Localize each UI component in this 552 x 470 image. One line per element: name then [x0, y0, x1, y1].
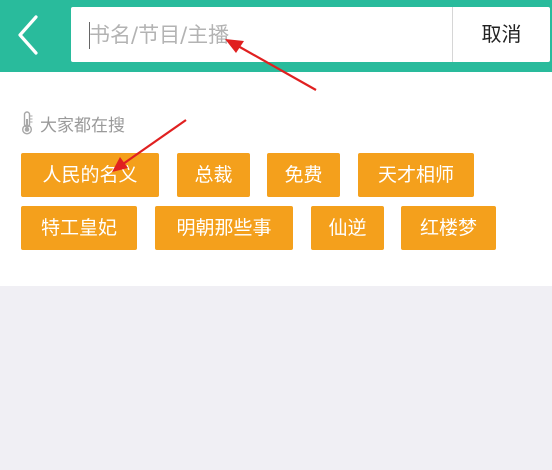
hot-tag[interactable]: 天才相师: [358, 153, 474, 197]
hot-tag[interactable]: 免费: [267, 153, 340, 197]
text-cursor: [89, 22, 90, 49]
hot-tag[interactable]: 总裁: [177, 153, 250, 197]
back-button[interactable]: [0, 0, 62, 72]
hot-tag[interactable]: 红楼梦: [401, 206, 496, 250]
search-input[interactable]: [89, 7, 449, 62]
hot-tag[interactable]: 人民的名义: [21, 153, 159, 197]
hot-search-label: 大家都在搜: [40, 115, 125, 136]
hot-search-section: 大家都在搜 人民的名义 总裁 免费 天才相师 特工皇妃 明朝那些事 仙逆 红楼梦: [0, 72, 552, 286]
search-box: 取消: [71, 7, 550, 62]
thermometer-icon: [21, 111, 33, 135]
cancel-button[interactable]: 取消: [453, 7, 550, 62]
top-bar: 取消: [0, 0, 552, 72]
hot-tag[interactable]: 仙逆: [311, 206, 384, 250]
hot-tag[interactable]: 明朝那些事: [155, 206, 293, 250]
hot-tag[interactable]: 特工皇妃: [21, 206, 137, 250]
chevron-left-icon: [18, 15, 38, 55]
hot-search-title: 大家都在搜: [20, 110, 125, 136]
